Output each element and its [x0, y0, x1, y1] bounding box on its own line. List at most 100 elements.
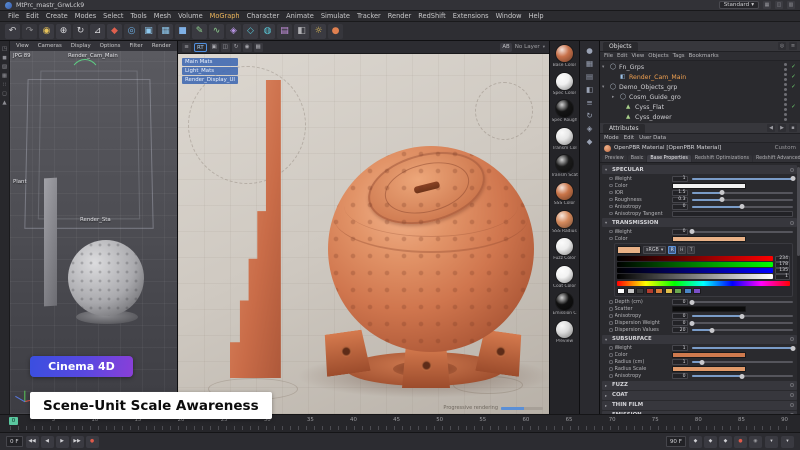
color-swatch[interactable]	[672, 306, 746, 312]
refresh-icon[interactable]: ↻	[232, 43, 241, 52]
material-channel[interactable]: SSS Color	[550, 182, 579, 208]
goto-start-button[interactable]: ◀◀	[26, 436, 39, 448]
texture-mode-icon[interactable]: ▨	[2, 64, 7, 70]
forward-icon[interactable]: ▶	[778, 124, 786, 132]
current-frame-marker[interactable]: 0	[9, 417, 18, 425]
workplane-icon[interactable]: ▦	[2, 73, 7, 79]
material-channel[interactable]: Coat Color	[550, 265, 579, 291]
property-value-field[interactable]: 0	[672, 373, 688, 379]
menu-item[interactable]: Window	[493, 12, 525, 20]
property-row[interactable]: IOR 1.5	[602, 189, 797, 196]
panel-menu-icon[interactable]: ≡	[789, 42, 797, 50]
property-row[interactable]: Color	[602, 182, 797, 189]
options-dropdown[interactable]: ▾	[765, 436, 778, 448]
section-transmission[interactable]: ▾ TRANSMISSION	[602, 218, 797, 227]
menu-item[interactable]: RedShift	[415, 12, 449, 20]
keyframe-dot-icon[interactable]	[609, 205, 613, 209]
keyframe-dot-icon[interactable]	[609, 191, 613, 195]
material-ball-icon[interactable]	[555, 182, 574, 201]
tab-attributes[interactable]: Attributes	[603, 124, 645, 133]
material-ball-icon[interactable]	[555, 237, 574, 256]
color-swatch[interactable]	[672, 236, 746, 242]
color-space-dropdown[interactable]: sRGB▾	[643, 246, 666, 254]
keyframe-dot-icon[interactable]	[609, 300, 613, 304]
tab-objects[interactable]: Objects	[603, 42, 638, 51]
enabled-check-icon[interactable]: ✓	[790, 84, 797, 90]
keyframe-selection-icon[interactable]: ◉	[749, 436, 762, 448]
viewport-menu-item[interactable]: View	[13, 43, 32, 49]
keyframe-dot-icon[interactable]	[609, 237, 613, 241]
enabled-check-icon[interactable]: ✓	[790, 104, 797, 110]
attributes-menu-item[interactable]: Mode	[604, 135, 619, 141]
keyframe-dot-icon[interactable]	[609, 353, 613, 357]
menu-item[interactable]: Animate	[283, 12, 317, 20]
channel-slider[interactable]	[617, 268, 773, 273]
panel-menu-icon[interactable]: ≡	[182, 43, 191, 52]
channel-value-field[interactable]: 1	[775, 274, 790, 280]
property-value-field[interactable]: 20	[672, 327, 688, 333]
points-mode-icon[interactable]: ∷	[3, 82, 7, 88]
rotate-tool-icon[interactable]: ↻	[73, 24, 88, 39]
polygons-mode-icon[interactable]: ▲	[2, 100, 6, 106]
object-tree-row[interactable]: ▾ ◯ Fn_Grps ✓	[600, 62, 800, 72]
viewport-menu-item[interactable]: Filter	[126, 43, 145, 49]
objects-menu-item[interactable]: Tags	[673, 53, 685, 59]
property-value-field[interactable]: 0.3	[672, 197, 688, 203]
object-tree-row[interactable]: ▲ Cyss_dower	[600, 112, 800, 122]
undo-icon[interactable]: ↶	[5, 24, 20, 39]
record-button[interactable]: ●	[86, 436, 99, 448]
scale-tool-icon[interactable]: ⊿	[90, 24, 105, 39]
property-value-field[interactable]: 0	[672, 204, 688, 210]
object-name[interactable]: Cosm_Guide_gro	[629, 94, 782, 101]
attributes-menu-item[interactable]: Edit	[624, 135, 634, 141]
layout-grid-icon[interactable]: ▦	[763, 1, 771, 9]
material-channel[interactable]: Fuzz Color	[550, 237, 579, 263]
objects-menu-item[interactable]: Edit	[617, 53, 627, 59]
primitive-cube-icon[interactable]: ■	[175, 24, 190, 39]
deformer-icon[interactable]: ▤	[277, 24, 292, 39]
redo-icon[interactable]: ↷	[22, 24, 37, 39]
channel-value-field[interactable]: 234	[775, 256, 790, 262]
coordinate-system-icon[interactable]: ◎	[124, 24, 139, 39]
menu-item[interactable]: Character	[244, 12, 283, 20]
preset-color-swatch[interactable]	[627, 288, 635, 294]
texture-manager-icon[interactable]: ▤	[586, 72, 593, 81]
material-channel[interactable]: Transm Scat	[550, 154, 579, 180]
make-editable-icon[interactable]: ◳	[2, 46, 7, 52]
visibility-dots[interactable]	[784, 93, 787, 101]
texture-link-field[interactable]	[672, 211, 794, 217]
material-ball-icon[interactable]	[555, 292, 574, 311]
object-tree-row[interactable]: ▲ Cyss_Flat ✓	[600, 102, 800, 112]
property-row[interactable]: Radius (cm) 1	[602, 359, 797, 366]
property-value-field[interactable]: 0	[672, 313, 688, 319]
attribute-tab[interactable]: Redshift Optimizations	[692, 155, 752, 162]
material-channel[interactable]: Preview	[550, 320, 579, 346]
objects-menu-item[interactable]: View	[631, 53, 644, 59]
menu-item[interactable]: Tracker	[354, 12, 384, 20]
material-icon[interactable]: ●	[328, 24, 343, 39]
property-row[interactable]: Color	[602, 352, 797, 359]
channel-slider[interactable]	[617, 262, 773, 267]
property-row[interactable]: Anisotropy 0	[602, 373, 797, 380]
history-icon[interactable]: ↻	[586, 111, 592, 120]
material-channel[interactable]: Base Color	[550, 44, 579, 70]
render-canvas[interactable]: Main MatsLight_MatsRender_Display_UI	[178, 54, 549, 414]
property-slider[interactable]	[692, 315, 794, 317]
live-selection-icon[interactable]: ◉	[39, 24, 54, 39]
model-mode-icon[interactable]: ◼	[2, 55, 7, 61]
hue-slider[interactable]	[617, 281, 790, 286]
filter-icon[interactable]: ▦	[254, 43, 263, 52]
zoom-icon[interactable]: ◉	[243, 43, 252, 52]
keyframe-dot-icon[interactable]	[609, 230, 613, 234]
property-slider[interactable]	[692, 329, 794, 331]
end-frame-field[interactable]: 90 F	[666, 436, 686, 447]
keyframe-dot-icon[interactable]	[609, 177, 613, 181]
property-row[interactable]: Weight 0	[602, 228, 797, 235]
filter-icon[interactable]: ◎	[778, 42, 786, 50]
section-specular[interactable]: ▾ SPECULAR	[602, 165, 797, 174]
layer-dropdown[interactable]: No Layer	[515, 44, 540, 50]
layout-split-icon[interactable]: ◫	[775, 1, 783, 9]
property-row[interactable]: Weight 1	[602, 345, 797, 352]
keyframe-dot-icon[interactable]	[609, 360, 613, 364]
property-slider[interactable]	[692, 322, 794, 324]
